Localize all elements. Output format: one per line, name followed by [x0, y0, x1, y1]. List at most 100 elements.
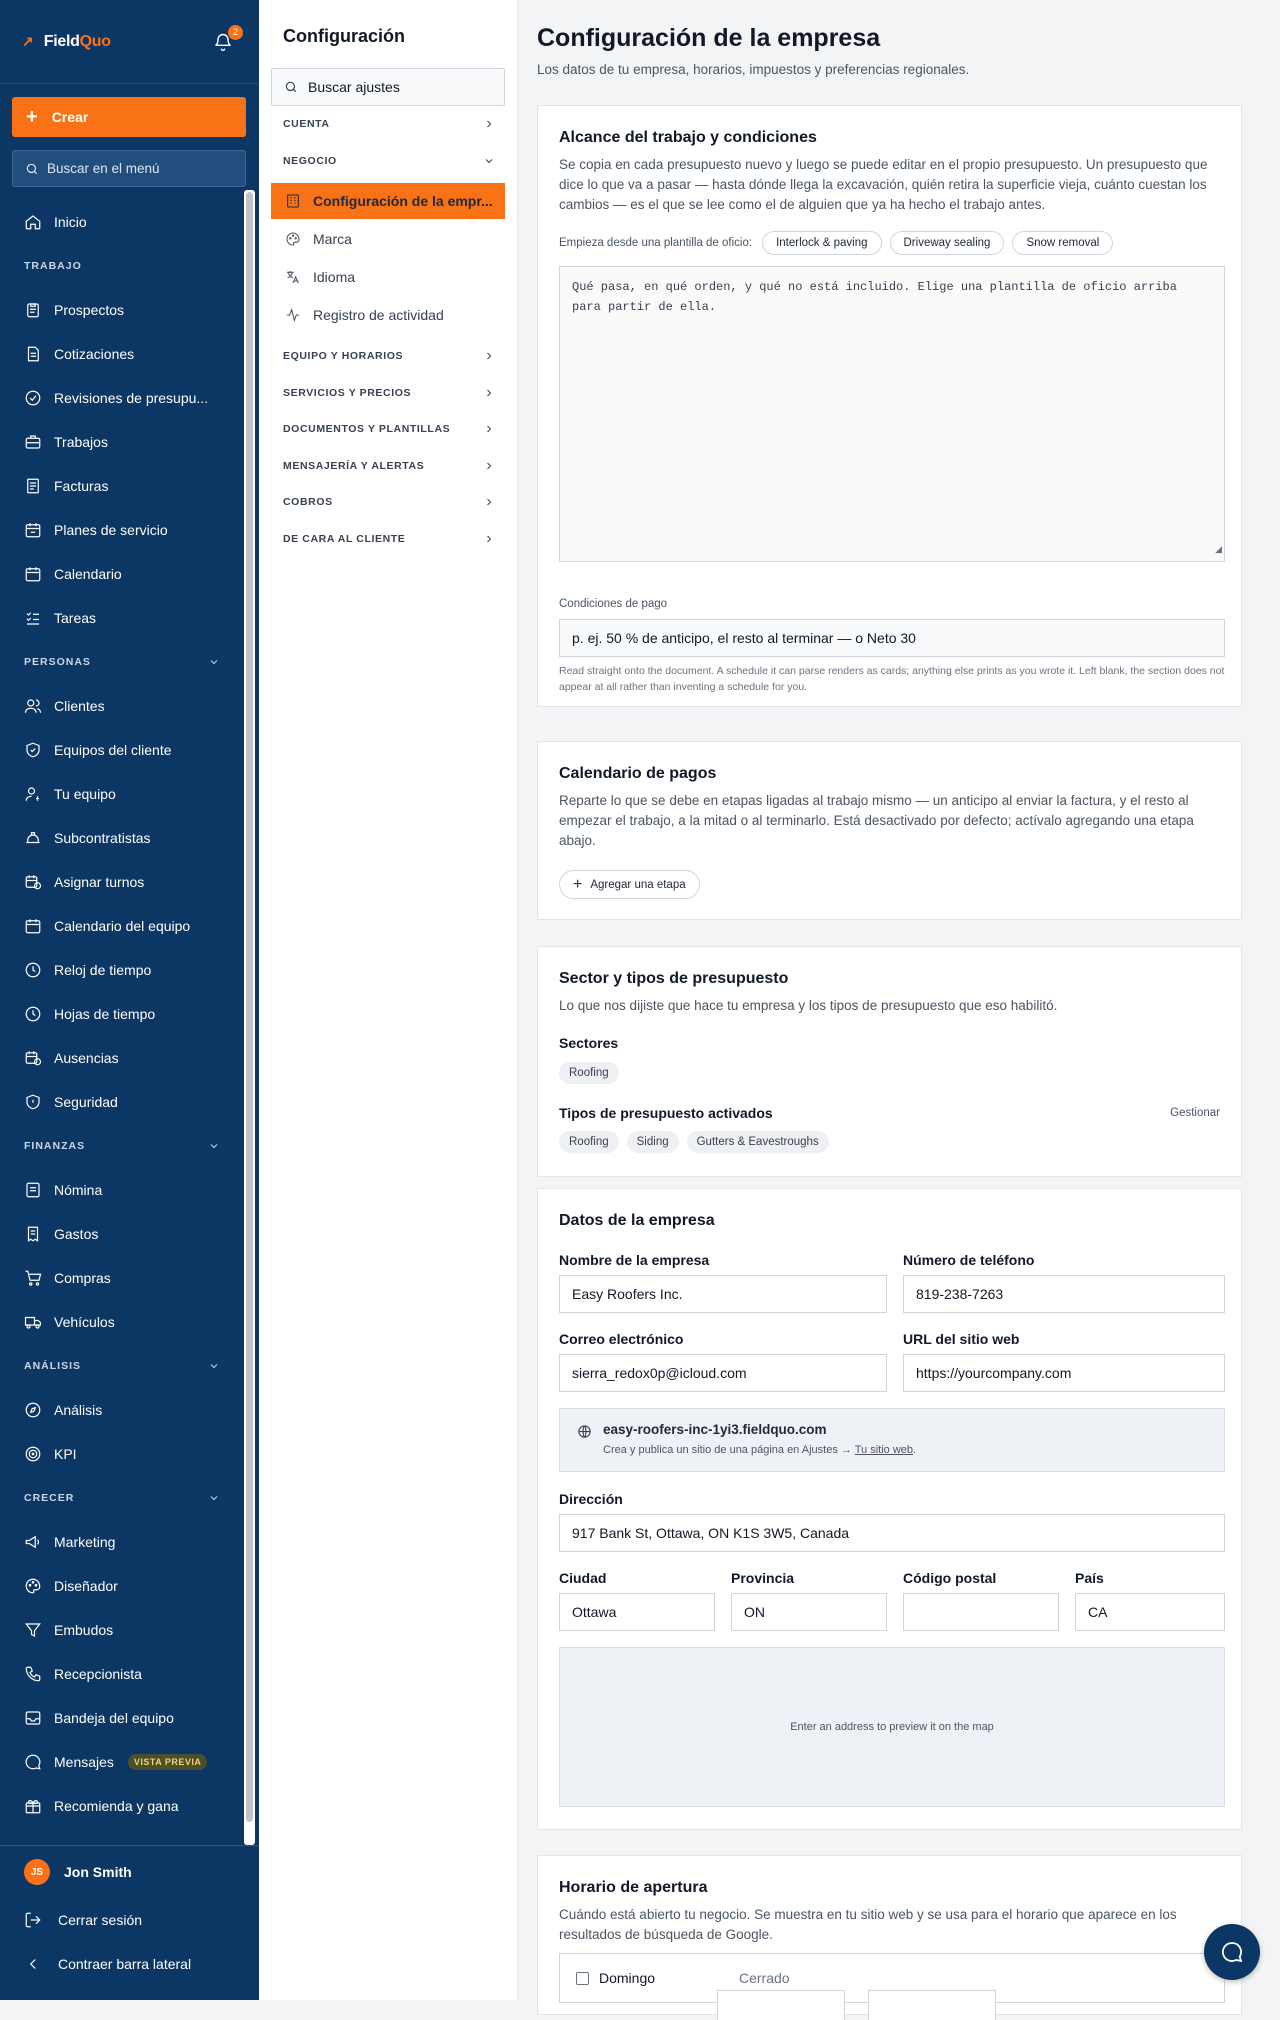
settings-section-label: SERVICIOS Y PRECIOS — [283, 387, 412, 399]
settings-item[interactable]: Marca — [271, 221, 505, 257]
menu-search-input[interactable]: Buscar en el menú — [12, 150, 246, 187]
manage-types-link[interactable]: Gestionar — [1170, 1107, 1220, 1119]
funnel-icon — [25, 1623, 41, 1637]
collapse-sidebar-button[interactable]: Contraer barra lateral — [0, 1942, 259, 1986]
template-chip-driveway[interactable]: Driveway sealing — [889, 231, 1005, 255]
sidebar-item[interactable]: Bandeja del equipo — [0, 1696, 244, 1740]
settings-section-header[interactable]: DOCUMENTOS Y PLANTILLAS — [283, 414, 495, 444]
sidebar-section-header[interactable]: FINANZAS — [0, 1124, 244, 1168]
sidebar-item[interactable]: Hojas de tiempo — [0, 992, 244, 1036]
settings-item-label: Configuración de la empr... — [313, 193, 493, 209]
sidebar-item[interactable]: Seguridad — [0, 1080, 244, 1124]
create-button[interactable]: + Crear — [12, 97, 246, 137]
logout-button[interactable]: Cerrar sesión — [0, 1898, 259, 1942]
sidebar-section-header[interactable]: PERSONAS — [0, 640, 244, 684]
settings-section-header[interactable]: EQUIPO Y HORARIOS — [283, 341, 495, 371]
sidebar-item[interactable]: Marketing — [0, 1520, 244, 1564]
sidebar-item[interactable]: Compras — [0, 1256, 244, 1300]
city-label: Ciudad — [559, 1570, 607, 1586]
settings-section-label: DE CARA AL CLIENTE — [283, 533, 406, 545]
province-input[interactable]: ON — [731, 1593, 887, 1631]
chat-icon — [25, 1754, 41, 1770]
postal-code-input[interactable] — [903, 1593, 1059, 1631]
website-label: URL del sitio web — [903, 1331, 1020, 1347]
settings-search-input[interactable]: Buscar ajustes — [271, 68, 505, 106]
time-from-input[interactable] — [717, 1990, 845, 2020]
sidebar-item[interactable]: Diseñador — [0, 1564, 244, 1608]
country-input[interactable]: CA — [1075, 1593, 1225, 1631]
scrollbar-thumb[interactable] — [246, 192, 253, 1822]
sidebar-item[interactable]: Calendario — [0, 552, 244, 596]
settings-item[interactable]: Registro de actividad — [271, 297, 505, 333]
create-button-label: Crear — [51, 109, 89, 125]
city-input[interactable]: Ottawa — [559, 1593, 715, 1631]
site-hint-text: Crea y publica un sitio de una página en… — [603, 1444, 852, 1456]
chat-button[interactable] — [1204, 1924, 1260, 1980]
sidebar-item[interactable]: Embudos — [0, 1608, 244, 1652]
sidebar-item[interactable]: Planes de servicio — [0, 508, 244, 552]
sidebar-item[interactable]: Clientes — [0, 684, 244, 728]
sidebar-item[interactable]: Mensajes VISTA PREVIA — [0, 1740, 244, 1784]
settings-section-header[interactable]: NEGOCIO — [283, 146, 495, 176]
sidebar-item[interactable]: Revisiones de presupu... — [0, 376, 244, 420]
time-to-input[interactable] — [868, 1990, 996, 2020]
resize-handle-icon[interactable]: ◢ — [1215, 540, 1222, 560]
sidebar-item[interactable]: Cotizaciones — [0, 332, 244, 376]
notifications-button[interactable]: 2 — [213, 24, 243, 54]
sidebar-item[interactable]: Reloj de tiempo — [0, 948, 244, 992]
sidebar-item-label: Diseñador — [54, 1578, 118, 1594]
sidebar-item[interactable]: Ausencias — [0, 1036, 244, 1080]
settings-section-header[interactable]: MENSAJERÍA Y ALERTAS — [283, 451, 495, 481]
payment-terms-input[interactable]: p. ej. 50 % de anticipo, el resto al ter… — [559, 619, 1225, 657]
postal-code-label: Código postal — [903, 1570, 997, 1586]
brand-logo[interactable]: FieldQuo — [44, 33, 111, 51]
email-input[interactable]: sierra_redox0p@icloud.com — [559, 1354, 887, 1392]
template-chip-interlock[interactable]: Interlock & paving — [762, 231, 882, 255]
sidebar-item[interactable]: Nómina — [0, 1168, 244, 1212]
scope-textarea[interactable]: Qué pasa, en qué orden, y qué no está in… — [559, 266, 1225, 562]
sidebar-item[interactable]: Asignar turnos — [0, 860, 244, 904]
sidebar-item[interactable]: Tu equipo — [0, 772, 244, 816]
settings-section-label: COBROS — [283, 496, 333, 508]
settings-section-header[interactable]: DE CARA AL CLIENTE — [283, 524, 495, 554]
sidebar-item[interactable]: Recomienda y gana — [0, 1784, 244, 1828]
sidebar-item[interactable]: Gastos — [0, 1212, 244, 1256]
sidebar-item[interactable]: Trabajos — [0, 420, 244, 464]
settings-section-header[interactable]: COBROS — [283, 487, 495, 517]
template-chip-snow[interactable]: Snow removal — [1012, 231, 1114, 255]
settings-section-header[interactable]: CUENTA — [283, 109, 495, 139]
add-stage-button[interactable]: + Agregar una etapa — [559, 870, 700, 899]
sidebar-item[interactable]: Recepcionista — [0, 1652, 244, 1696]
phone-input[interactable]: 819-238-7263 — [903, 1275, 1225, 1313]
sidebar-item[interactable]: Vehículos — [0, 1300, 244, 1344]
sidebar-item[interactable]: Tareas — [0, 596, 244, 640]
logo-icon: ↗ — [22, 33, 34, 49]
sidebar-section-header[interactable]: ANÁLISIS — [0, 1344, 244, 1388]
home-icon — [25, 215, 41, 230]
address-input[interactable]: 917 Bank St, Ottawa, ON K1S 3W5, Canada — [559, 1514, 1225, 1552]
province-value: ON — [744, 1604, 765, 1620]
notification-count-badge: 2 — [228, 24, 243, 40]
sidebar-item[interactable]: Subcontratistas — [0, 816, 244, 860]
sidebar-item[interactable]: KPI — [0, 1432, 244, 1476]
sidebar-item[interactable]: Prospectos — [0, 288, 244, 332]
sidebar-section-header[interactable]: CRECER — [0, 1476, 244, 1520]
sidebar-item[interactable]: Equipos del cliente — [0, 728, 244, 772]
calendar-icon — [25, 567, 41, 582]
settings-item[interactable]: Idioma — [271, 259, 505, 295]
sidebar-item[interactable]: Calendario del equipo — [0, 904, 244, 948]
chevron-down-icon — [485, 159, 493, 164]
day-checkbox[interactable] — [576, 1971, 589, 1985]
sidebar-scrollbar[interactable] — [244, 190, 255, 1845]
site-info-box: easy-roofers-inc-1yi3.fieldquo.com Crea … — [559, 1408, 1225, 1472]
site-link[interactable]: Tu sitio web — [855, 1444, 913, 1456]
website-input[interactable]: https://yourcompany.com — [903, 1354, 1225, 1392]
sidebar-item[interactable]: Facturas — [0, 464, 244, 508]
settings-item[interactable]: Configuración de la empr... — [271, 183, 505, 219]
company-name-input[interactable]: Easy Roofers Inc. — [559, 1275, 887, 1313]
user-profile[interactable]: JS Jon Smith — [0, 1846, 259, 1898]
sidebar-item[interactable]: Análisis — [0, 1388, 244, 1432]
sidebar-item[interactable]: Inicio — [0, 200, 244, 244]
sidebar-item-label: Asignar turnos — [54, 874, 145, 890]
settings-section-header[interactable]: SERVICIOS Y PRECIOS — [283, 378, 495, 408]
